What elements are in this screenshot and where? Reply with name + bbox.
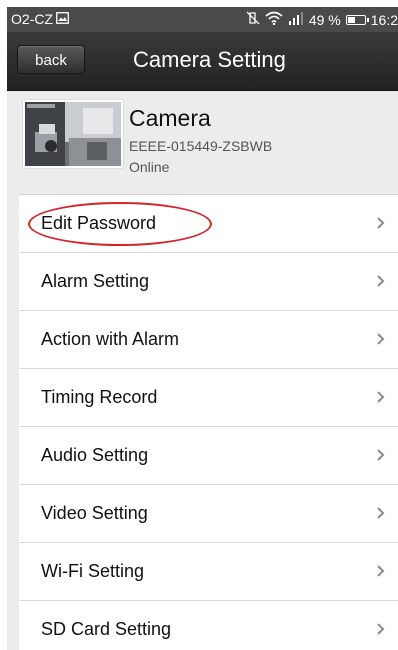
menu-item-audio-setting[interactable]: Audio Setting [19,427,398,485]
chevron-right-icon [377,391,385,403]
status-bar: O2-CZ 49 % 16:2 [7,7,398,32]
image-notification-icon [56,11,69,27]
menu-item-sd-card-setting[interactable]: SD Card Setting [19,601,398,650]
chevron-right-icon [377,275,385,287]
camera-id: EEEE-015449-ZSBWB [129,138,273,154]
menu-item-wifi-setting[interactable]: Wi-Fi Setting [19,543,398,601]
signal-icon [288,11,304,28]
menu-item-action-with-alarm[interactable]: Action with Alarm [19,311,398,369]
chevron-right-icon [377,333,385,345]
menu-item-label: Audio Setting [41,445,149,465]
menu-item-label: Video Setting [41,503,148,523]
camera-name: Camera [129,105,211,131]
app-screen: O2-CZ 49 % 16:2 back Camera Setting Came… [7,7,398,650]
menu-item-label: SD Card Setting [41,619,172,639]
battery-percent: 49 % [308,11,341,28]
chevron-right-icon [377,507,385,519]
chevron-right-icon [377,217,385,229]
wifi-icon [265,11,283,28]
menu-item-label: Wi-Fi Setting [41,561,145,581]
title-bar: back Camera Setting [7,32,398,91]
vibrate-off-icon [246,11,260,28]
chevron-right-icon [377,449,385,461]
battery-icon [345,14,369,25]
menu-item-timing-record[interactable]: Timing Record [19,369,398,427]
chevron-right-icon [377,623,385,635]
menu-item-label: Alarm Setting [41,271,150,291]
settings-menu: Edit Password Alarm Setting Action with … [19,194,398,650]
menu-item-alarm-setting[interactable]: Alarm Setting [19,253,398,311]
chevron-right-icon [377,565,385,577]
camera-status: Online [129,159,170,175]
status-right: 49 % 16:2 [246,11,398,28]
back-button[interactable]: back [17,45,85,74]
menu-item-label: Edit Password [41,213,157,233]
status-left: O2-CZ [11,11,69,27]
camera-thumbnail[interactable] [23,100,123,168]
page-title: Camera Setting [133,47,286,72]
clock: 16:2 [370,11,398,28]
carrier-label: O2-CZ [11,11,53,27]
camera-snapshot-image [25,102,121,166]
battery-fill [347,16,355,23]
menu-item-label: Timing Record [41,387,158,407]
menu-item-label: Action with Alarm [41,329,180,349]
menu-item-video-setting[interactable]: Video Setting [19,485,398,543]
camera-header: Camera EEEE-015449-ZSBWB Online [7,91,398,191]
menu-item-edit-password[interactable]: Edit Password [19,195,398,253]
